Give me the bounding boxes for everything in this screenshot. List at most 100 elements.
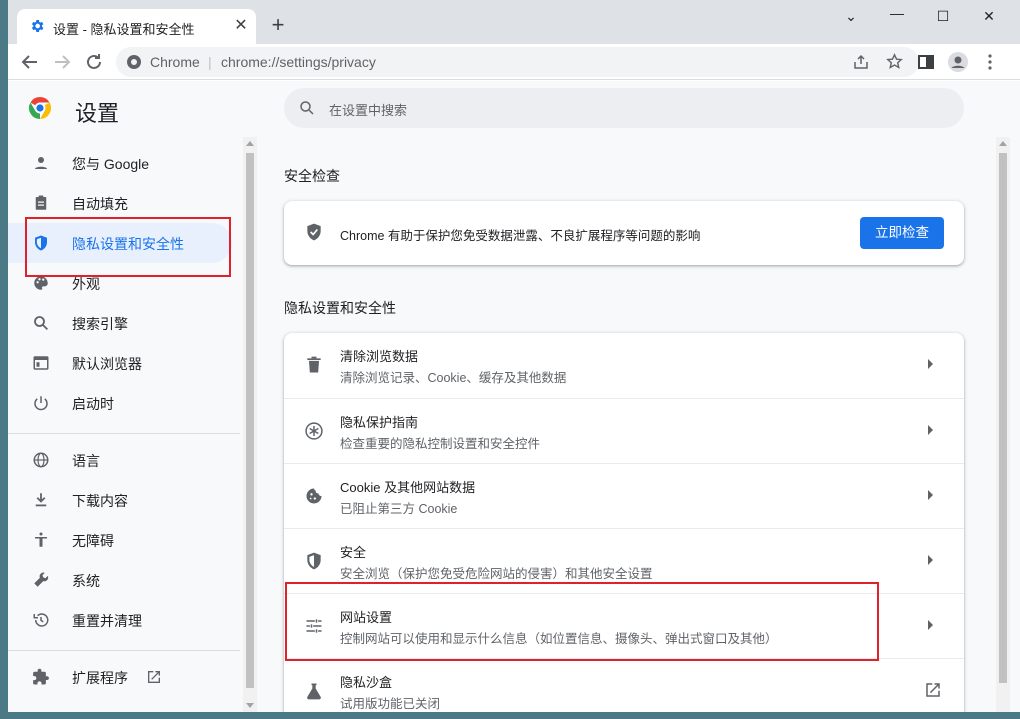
chevron-right-icon: [928, 359, 933, 369]
minimize-button[interactable]: —: [874, 3, 920, 23]
sidebar-scrollbar[interactable]: [243, 137, 257, 712]
globe-icon: [33, 452, 49, 468]
sidebar-item-search-engine[interactable]: 搜索引擎: [8, 303, 232, 343]
row-cookies[interactable]: Cookie 及其他网站数据 已阻止第三方 Cookie: [284, 463, 964, 528]
sidebar-divider: [8, 650, 240, 651]
tab-close-icon[interactable]: ✕: [233, 17, 249, 35]
sidebar-item-you-and-google[interactable]: 您与 Google: [8, 143, 232, 183]
row-subtitle: 清除浏览记录、Cookie、缓存及其他数据: [340, 371, 567, 385]
chrome-logo-icon: [28, 97, 52, 119]
sidebar-item-system[interactable]: 系统: [8, 560, 232, 600]
url-text: chrome://settings/privacy: [221, 54, 376, 70]
chevron-right-icon: [928, 555, 933, 565]
sidebar-item-label: 自动填充: [72, 196, 128, 212]
sidebar-item-label: 无障碍: [72, 533, 114, 549]
sidebar-item-label: 外观: [72, 276, 100, 292]
privacy-guide-icon: [305, 422, 323, 440]
forward-arrow-icon: [55, 55, 71, 69]
back-arrow-icon: [21, 55, 37, 69]
browser-icon: [33, 356, 49, 370]
wrench-icon: [34, 572, 49, 587]
row-subtitle: 已阻止第三方 Cookie: [340, 502, 458, 516]
sidebar-item-on-startup[interactable]: 启动时: [8, 383, 232, 423]
sidebar-scroll-thumb[interactable]: [246, 153, 254, 688]
side-panel-button[interactable]: [914, 50, 938, 74]
tab-search-button[interactable]: ⌄: [828, 6, 874, 26]
sidebar-item-downloads[interactable]: 下载内容: [8, 480, 232, 520]
chrome-site-icon: [127, 55, 141, 69]
chevron-right-icon: [928, 425, 933, 435]
security-shield-icon: [307, 552, 321, 570]
tab-strip: 设置 - 隐私设置和安全性 ✕ + ⌄ — ☐ ✕: [8, 0, 1020, 44]
accessibility-icon: [35, 532, 47, 547]
sidebar-item-languages[interactable]: 语言: [8, 440, 232, 480]
sidebar-item-label: 启动时: [72, 396, 114, 412]
search-placeholder: 在设置中搜索: [329, 103, 408, 118]
sidebar-item-extensions[interactable]: 扩展程序: [8, 657, 232, 697]
bookmark-star-icon[interactable]: [886, 53, 903, 70]
more-vert-icon: [988, 54, 992, 70]
person-icon: [35, 157, 47, 169]
row-privacy-sandbox[interactable]: 隐私沙盒 试用版功能已关闭: [284, 658, 964, 712]
sidebar-item-default-browser[interactable]: 默认浏览器: [8, 343, 232, 383]
address-bar[interactable]: Chrome | chrome://settings/privacy: [116, 47, 919, 77]
row-title: 清除浏览数据: [340, 349, 419, 364]
settings-tab[interactable]: 设置 - 隐私设置和安全性 ✕: [17, 9, 256, 44]
sidebar-divider: [8, 433, 240, 434]
sidebar-item-label: 默认浏览器: [72, 356, 142, 372]
clipboard-icon: [35, 195, 47, 210]
profile-button[interactable]: [946, 50, 970, 74]
main-scroll-thumb[interactable]: [999, 153, 1007, 683]
maximize-button[interactable]: ☐: [920, 6, 966, 26]
scroll-up-arrow-icon[interactable]: [246, 141, 254, 146]
sidebar-item-label: 重置并清理: [72, 613, 142, 629]
row-title: 安全: [340, 545, 367, 560]
check-now-button[interactable]: 立即检查: [860, 217, 944, 249]
sidebar-item-reset[interactable]: 重置并清理: [8, 600, 232, 640]
scroll-up-arrow-icon[interactable]: [999, 141, 1007, 146]
gear-icon: [31, 20, 44, 32]
sidebar-item-label: 搜索引擎: [72, 316, 128, 332]
back-button[interactable]: [18, 50, 42, 74]
sidebar-item-label: 系统: [72, 573, 100, 589]
new-tab-button[interactable]: +: [266, 14, 290, 38]
toolbar: Chrome | chrome://settings/privacy: [8, 44, 1020, 80]
row-subtitle: 检查重要的隐私控制设置和安全控件: [340, 437, 541, 451]
safety-check-heading: 安全检查: [284, 168, 340, 184]
highlight-privacy-nav: [25, 217, 231, 277]
row-title: 隐私保护指南: [340, 415, 419, 430]
row-privacy-guide[interactable]: 隐私保护指南 检查重要的隐私控制设置和安全控件: [284, 398, 964, 463]
row-clear-browsing-data[interactable]: 清除浏览数据 清除浏览记录、Cookie、缓存及其他数据: [284, 333, 964, 398]
page-title: 设置: [75, 101, 120, 126]
browser-window: 设置 - 隐私设置和安全性 ✕ + ⌄ — ☐ ✕ Chrome | chrom…: [8, 0, 1020, 712]
highlight-site-settings: [285, 582, 879, 661]
settings-search-input[interactable]: 在设置中搜索: [284, 88, 964, 128]
flask-icon: [307, 683, 321, 700]
side-panel-icon: [918, 55, 934, 69]
sidebar-item-accessibility[interactable]: 无障碍: [8, 520, 232, 560]
search-icon: [300, 101, 314, 115]
safety-check-description: Chrome 有助于保护您免受数据泄露、不良扩展程序等问题的影响: [340, 229, 701, 243]
sidebar-item-label: 下载内容: [72, 493, 128, 509]
row-subtitle: 安全浏览（保护您免受危险网站的侵害）和其他安全设置: [340, 567, 653, 581]
power-icon: [34, 396, 48, 411]
share-icon[interactable]: [853, 54, 869, 70]
reload-icon: [87, 54, 101, 69]
open-in-new-icon: [926, 683, 940, 697]
row-title: Cookie 及其他网站数据: [340, 480, 476, 495]
close-window-button[interactable]: ✕: [966, 6, 1012, 26]
chevron-right-icon: [928, 620, 933, 630]
trash-icon: [307, 356, 321, 373]
sidebar-item-label: 您与 Google: [72, 156, 150, 172]
reload-button[interactable]: [82, 50, 106, 74]
url-separator: |: [208, 54, 212, 70]
forward-button[interactable]: [50, 50, 74, 74]
main-scrollbar[interactable]: [996, 137, 1010, 712]
site-label: Chrome: [150, 54, 200, 70]
row-title: 隐私沙盒: [340, 675, 393, 690]
menu-button[interactable]: [978, 50, 1002, 74]
search-icon: [34, 316, 49, 331]
scroll-down-arrow-icon[interactable]: [246, 703, 254, 708]
avatar-icon: [948, 52, 968, 72]
shield-check-icon: [307, 223, 321, 241]
